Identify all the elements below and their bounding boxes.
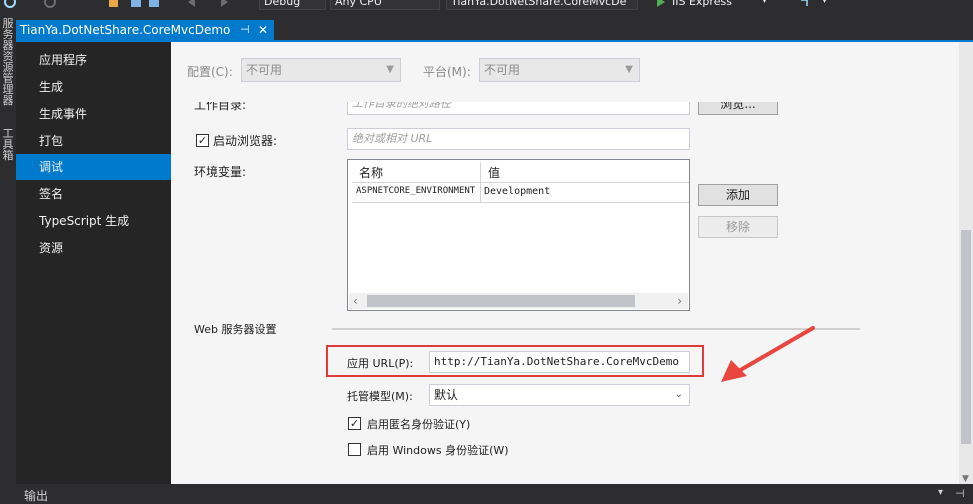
chevron-down-icon: ▼ [386,64,394,75]
startup-project-dropdown[interactable]: TianYa.DotNetShare.CoreMvcDe [446,0,638,10]
toolbox-tab[interactable]: 工具箱 [1,128,15,161]
left-tool-strip: 服务器资源管理器 工具箱 [0,16,16,484]
debug-settings-panel: 配置(C): 不可用 ▼ 平台(M): 不可用 ▼ 工作目录: 工作目录的绝对路径 … [171,42,959,484]
scroll-right-icon[interactable]: › [677,293,682,309]
chevron-down-icon: ⌄ [674,389,683,400]
app-url-input[interactable]: http://TianYa.DotNetShare.CoreMvcDemo [429,351,690,373]
column-divider [480,182,481,202]
run-icon[interactable] [655,0,667,8]
anon-auth-label: 启用匿名身份验证(Y) [367,418,471,431]
server-explorer-tab[interactable]: 服务器资源管理器 [1,18,15,106]
nav-item-build[interactable]: 生成 [16,74,171,100]
platform-dropdown-value: Any CPU [335,0,382,8]
forward-icon[interactable] [44,0,56,8]
window-menu-icon[interactable]: ▾ [938,487,943,498]
env-col-value[interactable]: 值 [488,164,500,181]
windows-auth-checkbox[interactable] [348,443,361,456]
nav-item-typescript-build[interactable]: TypeScript 生成 [16,208,171,234]
env-row-value[interactable]: Development [484,186,550,197]
add-env-button[interactable]: 添加 [698,184,778,206]
pin-icon[interactable]: ⊣ [240,20,250,40]
platform-combo[interactable]: 不可用 ▼ [479,58,640,82]
scroll-down-icon[interactable]: ▼ [962,474,969,484]
pin-icon[interactable]: ⊣ [955,487,965,500]
nav-item-debug[interactable]: 调试 [16,154,178,180]
run-dropdown-icon[interactable]: ▾ [762,0,767,6]
app-url-label: 应用 URL(P): [347,357,414,370]
env-vars-grid[interactable]: 名称 值 ASPNETCORE_ENVIRONMENT Development … [347,159,690,311]
env-vars-label: 环境变量: [194,165,247,179]
scroll-thumb[interactable] [961,230,971,444]
nav-item-resources[interactable]: 资源 [16,235,171,261]
chevron-down-icon: ▼ [625,64,633,75]
toolbar-overflow-icon[interactable]: ▾ [822,0,827,6]
nav-item-application[interactable]: 应用程序 [16,47,171,73]
new-file-icon[interactable] [108,0,120,8]
output-label: 输出 [24,489,49,503]
launch-browser-checkbox[interactable]: ✓ [196,134,209,147]
windows-auth-label: 启用 Windows 身份验证(W) [367,444,509,457]
workdir-input[interactable]: 工作目录的绝对路径 [347,102,690,115]
horizontal-scrollbar[interactable]: ‹ › [349,293,688,309]
redo-icon[interactable] [218,0,230,8]
settings-scroll-viewport: 工作目录: 工作目录的绝对路径 浏览... ✓ 启动浏览器: 绝对或相对 URL… [171,102,959,484]
save-all-icon[interactable] [148,0,160,8]
annotation-arrow-icon [721,326,815,382]
platform-combo-value: 不可用 [484,63,521,77]
table-row[interactable]: ASPNETCORE_ENVIRONMENT Development [352,182,689,203]
back-icon[interactable] [4,0,16,8]
platform-label: 平台(M): [423,65,471,79]
startup-project-value: TianYa.DotNetShare.CoreMvcDe [451,0,627,8]
main-toolbar: Debug Any CPU TianYa.DotNetShare.CoreMvc… [0,0,973,16]
property-pages-nav: 应用程序 生成 生成事件 打包 调试 签名 TypeScript 生成 资源 [16,42,178,484]
nav-item-signing[interactable]: 签名 [16,181,171,207]
env-row-name[interactable]: ASPNETCORE_ENVIRONMENT [356,186,475,196]
env-grid-header: 名称 值 [352,162,689,183]
scroll-thumb[interactable] [367,295,635,307]
platform-dropdown[interactable]: Any CPU [330,0,440,10]
launch-url-input[interactable]: 绝对或相对 URL [347,128,690,150]
config-dropdown-value: Debug [264,0,301,8]
hosting-model-value: 默认 [434,388,459,402]
document-tab[interactable]: TianYa.DotNetShare.CoreMvcDemo ⊣ ✕ [16,20,274,40]
config-combo[interactable]: 不可用 ▼ [241,58,401,82]
close-icon[interactable]: ✕ [258,20,268,40]
hosting-model-combo[interactable]: 默认 ⌄ [429,384,690,406]
config-label: 配置(C): [187,65,233,79]
launch-browser-label: 启动浏览器: [213,134,278,148]
browser-link-icon[interactable] [800,0,812,8]
env-col-name[interactable]: 名称 [359,164,383,181]
column-divider [480,162,481,182]
vertical-scrollbar[interactable]: ▼ [959,42,973,484]
document-tab-title: TianYa.DotNetShare.CoreMvcDemo [20,23,231,37]
anon-auth-checkbox[interactable]: ✓ [348,417,361,430]
hosting-model-label: 托管模型(M): [347,390,413,403]
nav-item-build-events[interactable]: 生成事件 [16,101,171,127]
workdir-label: 工作目录: [194,102,247,112]
output-pane-header: 输出 ▾ ⊣ [0,484,973,503]
config-dropdown[interactable]: Debug [259,0,326,10]
web-server-section-label: Web 服务器设置 [194,323,277,336]
save-icon[interactable] [130,0,142,8]
undo-icon[interactable] [186,0,198,8]
scroll-left-icon[interactable]: ‹ [353,293,358,309]
config-combo-value: 不可用 [246,63,283,77]
nav-item-package[interactable]: 打包 [16,128,171,154]
remove-env-button[interactable]: 移除 [698,216,778,238]
browse-button[interactable]: 浏览... [698,102,778,115]
run-button-label[interactable]: IIS Express [672,0,732,8]
